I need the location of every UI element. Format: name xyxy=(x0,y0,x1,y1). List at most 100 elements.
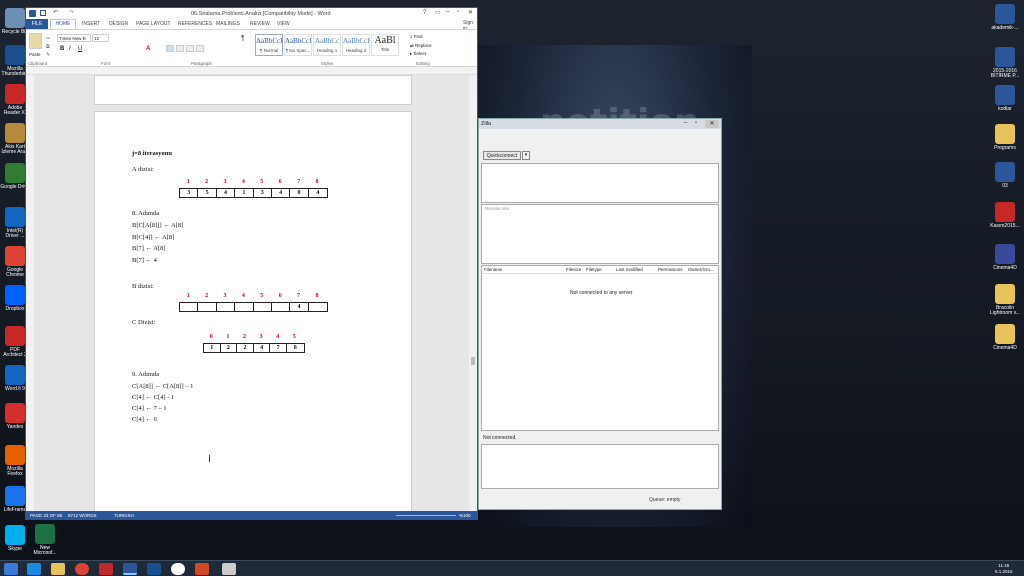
language[interactable]: TURKISH xyxy=(114,513,134,518)
ie-icon[interactable] xyxy=(27,563,41,575)
previous-page xyxy=(94,75,412,105)
style-title[interactable]: AaBl Title xyxy=(371,34,399,56)
tab-file[interactable]: FILE xyxy=(26,19,48,29)
style-no-spacing[interactable]: AaBbCcI ¶ No Spac... xyxy=(284,34,312,56)
desktop-icon[interactable]: Bracolin Lightroom v... xyxy=(990,284,1020,316)
style-title-preview: AaBl xyxy=(374,35,396,46)
document-page[interactable]: j=8 iterasyonu A dizisi: 12345678 354134… xyxy=(94,111,412,511)
font-name-select[interactable]: Times New R xyxy=(57,34,91,42)
tab-home[interactable]: HOME xyxy=(50,19,76,29)
copy-icon[interactable]: ⧉ xyxy=(46,44,50,50)
fz-close-icon[interactable]: ✕ xyxy=(705,120,719,128)
chrome-icon[interactable] xyxy=(75,563,89,575)
tab-references[interactable]: REFERENCES xyxy=(178,21,212,27)
paste-icon[interactable] xyxy=(29,33,42,49)
vertical-scrollbar[interactable] xyxy=(469,75,477,511)
style-heading-2[interactable]: AaBbCcI Heading 2 xyxy=(342,34,370,56)
desktop-icon[interactable]: kodlar xyxy=(990,85,1020,112)
select-label: Select xyxy=(413,51,427,56)
desktop-icon-label: 03 xyxy=(1002,183,1008,189)
a-array-label: A dizisi: xyxy=(132,166,154,173)
underline-button[interactable]: U xyxy=(78,46,82,52)
remote-file-list[interactable]: Filename Filesize Filetype Last modified Per… xyxy=(481,265,719,431)
save-icon[interactable] xyxy=(40,10,46,16)
tab-design[interactable]: DESIGN xyxy=(109,21,128,27)
clock[interactable]: 11:45 5.1.2016 xyxy=(995,563,1013,574)
tab-insert[interactable]: INSERT xyxy=(82,21,100,27)
c-array-table: 122478 xyxy=(203,343,305,353)
transfer-queue[interactable] xyxy=(481,444,719,489)
column-header[interactable]: Last modified xyxy=(616,267,643,272)
redo-icon[interactable]: ↷ xyxy=(69,9,74,16)
align-right-button[interactable] xyxy=(186,45,194,52)
desktop-icon[interactable]: 03 xyxy=(990,162,1020,189)
filezilla-taskbar-icon[interactable] xyxy=(99,563,113,575)
desktop-icon[interactable]: Skype xyxy=(0,525,30,552)
close-icon[interactable]: ✕ xyxy=(468,9,473,16)
column-header[interactable]: Filetype xyxy=(586,267,602,272)
format-painter-icon[interactable]: ✎ xyxy=(46,52,50,58)
maximize-icon[interactable]: ▫ xyxy=(457,9,459,15)
message-log[interactable] xyxy=(481,163,719,203)
help-icon[interactable]: ? xyxy=(423,10,426,16)
column-header[interactable]: Permissions xyxy=(658,267,683,272)
quickconnect-button[interactable]: Quickconnect xyxy=(483,151,521,160)
style-heading-1[interactable]: AaBbCc Heading 1 xyxy=(313,34,341,56)
zoom-level[interactable]: %100 xyxy=(459,513,471,518)
page-count[interactable]: PAGE 33 OF 58 xyxy=(30,513,62,518)
undo-icon[interactable]: ↶ xyxy=(53,9,58,16)
word-count[interactable]: 5712 WORDS xyxy=(68,513,97,518)
font-color-button[interactable]: A xyxy=(146,46,150,52)
select-button[interactable]: ▸ Select xyxy=(410,51,426,57)
column-header[interactable]: Filename xyxy=(484,267,503,272)
desktop-icon[interactable]: Cinema4D xyxy=(990,244,1020,271)
find-button[interactable]: ⌕ Find xyxy=(410,34,423,39)
tab-review[interactable]: REVIEW xyxy=(250,21,270,27)
horizontal-ruler[interactable] xyxy=(26,67,477,75)
scrollbar-thumb[interactable] xyxy=(471,357,475,365)
quickconnect-dropdown-icon[interactable]: ▾ xyxy=(522,151,530,160)
remote-site-panel[interactable]: Remote site: xyxy=(481,204,719,264)
desktop-icon[interactable]: New Microsof... xyxy=(30,524,60,556)
powerpoint-icon[interactable] xyxy=(195,563,209,575)
desktop-icon[interactable]: Programs xyxy=(990,124,1020,151)
tab-page-layout[interactable]: PAGE LAYOUT xyxy=(136,21,171,27)
tab-mailings[interactable]: MAILINGS xyxy=(216,21,240,27)
filezilla-window: Zilla – ▫ ✕ Quickconnect ▾ Remote site: … xyxy=(478,118,722,510)
ribbon-display-icon[interactable]: ▭ xyxy=(435,9,441,16)
desktop-icon[interactable]: Kasım2015... xyxy=(990,202,1020,229)
style-normal[interactable]: AaBbCcI ¶ Normal xyxy=(255,34,283,56)
word-taskbar-icon[interactable] xyxy=(123,563,137,575)
replace-button[interactable]: ⇄ Replace xyxy=(410,43,432,49)
array-index: 2 xyxy=(242,334,246,340)
column-header[interactable]: Filesize xyxy=(566,267,581,272)
justify-button[interactable] xyxy=(196,45,204,52)
font-size-select[interactable]: 12 xyxy=(92,34,109,42)
tab-view[interactable]: VIEW xyxy=(277,21,290,27)
start-button[interactable] xyxy=(4,563,18,575)
align-left-button[interactable] xyxy=(166,45,174,52)
desktop-icon[interactable]: Cinema4D xyxy=(990,324,1020,351)
minimize-icon[interactable]: – xyxy=(446,8,450,15)
vertical-ruler[interactable] xyxy=(26,75,34,511)
fz-minimize-icon[interactable]: – xyxy=(684,120,687,126)
paste-label: Paste xyxy=(29,52,41,57)
file-explorer-icon[interactable] xyxy=(51,563,65,575)
desktop-icon[interactable]: akademik-... xyxy=(990,4,1020,31)
zoom-slider[interactable] xyxy=(396,515,456,516)
desktop-icon-label: Cinema4D xyxy=(993,265,1017,271)
italic-button[interactable]: I xyxy=(69,46,71,52)
align-center-button[interactable] xyxy=(176,45,184,52)
clock-date: 5.1.2016 xyxy=(995,568,1013,574)
yandex-icon[interactable] xyxy=(171,563,185,575)
cut-icon[interactable]: ✂ xyxy=(46,36,50,42)
fz-maximize-icon[interactable]: ▫ xyxy=(695,120,697,126)
thunderbird-icon[interactable] xyxy=(147,563,161,575)
bold-button[interactable]: B xyxy=(60,46,64,52)
style-no-spacing-label: ¶ No Spac... xyxy=(285,48,311,53)
column-header[interactable]: Owner/Gro... xyxy=(688,267,714,272)
desktop-icon[interactable]: 2015-2016 BİTİRME P... xyxy=(990,47,1020,79)
app-taskbar-icon[interactable] xyxy=(222,563,236,575)
word-app-icon xyxy=(29,10,36,17)
pilcrow-icon[interactable]: ¶ xyxy=(241,35,245,42)
